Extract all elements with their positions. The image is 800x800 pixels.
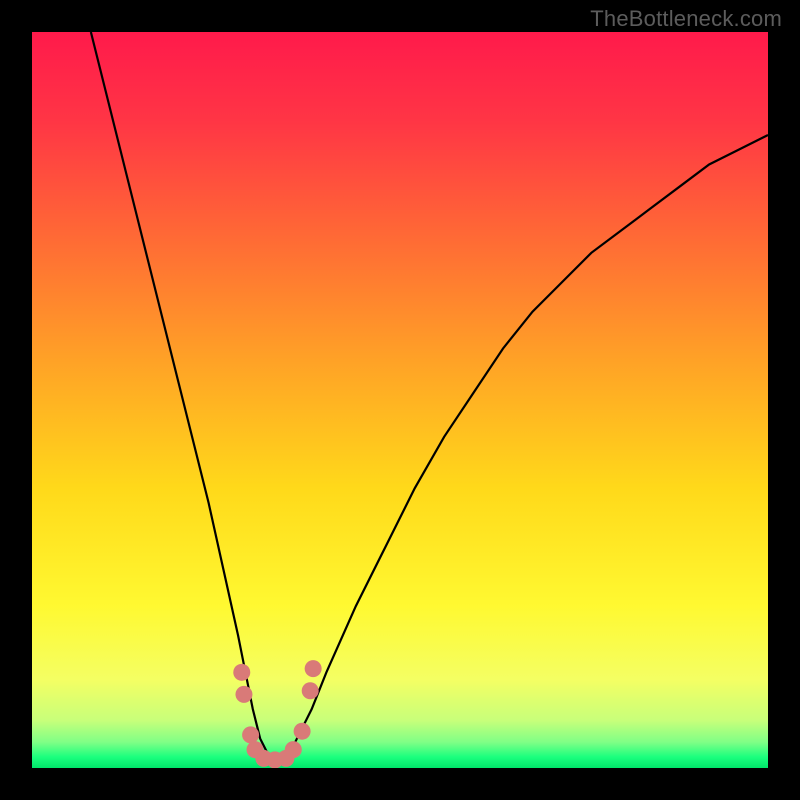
marker-dot xyxy=(294,723,311,740)
marker-dot xyxy=(242,726,259,743)
outer-frame: TheBottleneck.com xyxy=(0,0,800,800)
plot-area xyxy=(32,32,768,768)
gradient-background xyxy=(32,32,768,768)
marker-dot xyxy=(305,660,322,677)
marker-dot xyxy=(285,741,302,758)
chart-svg xyxy=(32,32,768,768)
marker-dot xyxy=(302,682,319,699)
watermark-text: TheBottleneck.com xyxy=(590,6,782,32)
marker-dot xyxy=(233,664,250,681)
marker-dot xyxy=(235,686,252,703)
